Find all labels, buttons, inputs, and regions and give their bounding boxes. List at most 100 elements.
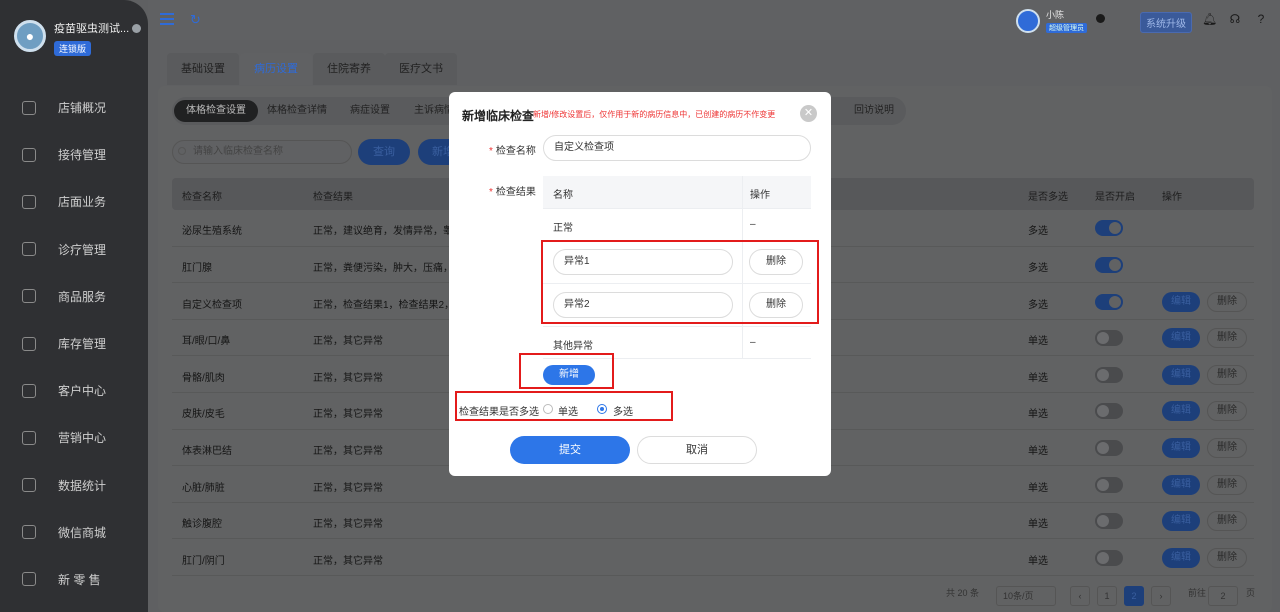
sidebar-item-marketing[interactable]: 营销中心: [0, 414, 148, 461]
row-exam-name: 耳/眼/口/鼻: [182, 336, 231, 348]
edit-button[interactable]: 编辑: [1162, 511, 1200, 532]
sidebar-item-new-retail[interactable]: 新 零 售: [0, 556, 148, 603]
enable-toggle[interactable]: [1095, 220, 1123, 237]
delete-button[interactable]: 删除: [1207, 511, 1247, 532]
clipboard-icon: [22, 147, 36, 162]
wechat-icon: [22, 525, 36, 540]
delete-button[interactable]: 删除: [1207, 328, 1247, 349]
sidebar-item-label: 新 零 售: [58, 572, 101, 587]
sidebar-item-label: 商品服务: [58, 289, 107, 304]
search-input[interactable]: 请输入临床检查名称: [172, 140, 352, 164]
bag-icon: [22, 289, 36, 304]
sidebar-item-shop-overview[interactable]: 店铺概况: [0, 84, 148, 131]
sidebar-item-label: 店面业务: [58, 195, 107, 210]
edit-button[interactable]: 编辑: [1162, 437, 1200, 458]
row-exam-result: 正常，其它异常: [313, 409, 383, 421]
menu-icon[interactable]: [160, 13, 174, 25]
enable-toggle[interactable]: [1095, 476, 1123, 493]
delete-button[interactable]: 删除: [1207, 291, 1247, 312]
cancel-button[interactable]: 取消: [637, 436, 757, 464]
sidebar-nav: 店铺概况 接待管理 店面业务 诊疗管理 商品服务 库存管理 客户中心 营销中心 …: [0, 84, 148, 603]
headset-icon[interactable]: ☊: [1228, 12, 1242, 26]
upgrade-button[interactable]: 系统升级: [1140, 12, 1192, 33]
sidebar-item-label: 微信商城: [58, 525, 107, 540]
enable-toggle[interactable]: [1095, 256, 1123, 273]
box-icon: [22, 336, 36, 351]
avatar[interactable]: [1016, 9, 1040, 33]
sidebar-item-label: 诊疗管理: [58, 242, 107, 257]
sidebar-item-store-business[interactable]: 店面业务: [0, 178, 148, 225]
close-icon[interactable]: ✕: [800, 105, 817, 122]
subtab-chief-complaint[interactable]: 主诉病情: [414, 100, 454, 122]
row-exam-name: 肛门腺: [182, 262, 212, 274]
result-row-other: 其他异常: [553, 341, 593, 352]
enable-toggle[interactable]: [1095, 366, 1123, 383]
sidebar-item-goods[interactable]: 商品服务: [0, 273, 148, 320]
sidebar-item-reception[interactable]: 接待管理: [0, 131, 148, 178]
enable-toggle[interactable]: [1095, 513, 1123, 530]
bell-icon[interactable]: 🔔︎: [1202, 12, 1217, 26]
sidebar-item-label: 接待管理: [58, 148, 107, 163]
delete-button[interactable]: 删除: [1207, 547, 1247, 568]
result-row-normal-op: –: [750, 219, 756, 230]
enable-toggle[interactable]: [1095, 549, 1123, 566]
delete-button[interactable]: 删除: [1207, 401, 1247, 422]
exam-result-label: * 检查结果: [489, 187, 536, 198]
page-2-button[interactable]: 2: [1124, 586, 1144, 606]
pager-total: 共 20 条: [946, 588, 980, 598]
row-multi: 单选: [1028, 445, 1048, 457]
dialog-title: 新增临床检查: [462, 109, 535, 123]
enable-toggle[interactable]: [1095, 403, 1123, 420]
query-button[interactable]: 查询: [358, 139, 410, 165]
page-size-select[interactable]: 10条/页: [996, 586, 1056, 606]
subtab-followup[interactable]: 回访说明: [854, 100, 894, 122]
edit-button[interactable]: 编辑: [1162, 364, 1200, 385]
tab-hospitalization[interactable]: 住院寄养: [313, 53, 385, 85]
row-exam-result: 正常，其它异常: [313, 372, 383, 384]
enable-toggle[interactable]: [1095, 293, 1123, 310]
dialog-note: 新增/修改设置后，仅作用于新的病历信息中，已创建的病历不作变更: [533, 110, 776, 119]
help-icon[interactable]: ?: [1254, 12, 1268, 26]
next-page-button[interactable]: ›: [1151, 586, 1171, 606]
submit-button[interactable]: 提交: [510, 436, 630, 464]
subtab-symptom-settings[interactable]: 病症设置: [350, 100, 390, 122]
brand-name[interactable]: 疫苗驱虫测试...: [54, 20, 129, 36]
edit-button[interactable]: 编辑: [1162, 401, 1200, 422]
tab-basic-settings[interactable]: 基础设置: [167, 53, 239, 85]
row-exam-result: 正常，其它异常: [313, 482, 383, 494]
sidebar-item-treatment[interactable]: 诊疗管理: [0, 226, 148, 273]
exam-name-input[interactable]: 自定义检查项: [543, 135, 811, 161]
chevron-down-icon[interactable]: [1096, 14, 1105, 23]
edit-button[interactable]: 编辑: [1162, 547, 1200, 568]
tab-record-settings[interactable]: 病历设置: [240, 53, 312, 85]
delete-button[interactable]: 删除: [1207, 437, 1247, 458]
delete-button[interactable]: 删除: [1207, 474, 1247, 495]
subtab-physical-exam-settings[interactable]: 体格检查设置: [174, 100, 258, 122]
sidebar-item-inventory[interactable]: 库存管理: [0, 320, 148, 367]
subtab-physical-exam-details[interactable]: 体格检查详情: [267, 100, 327, 122]
tab-medical-docs[interactable]: 医疗文书: [385, 53, 457, 85]
col-header-enabled: 是否开启: [1095, 192, 1135, 203]
goto-page-input[interactable]: 2: [1208, 586, 1238, 606]
delete-button[interactable]: 删除: [1207, 364, 1247, 385]
medical-icon: [22, 242, 36, 257]
col-op: 操作: [750, 190, 770, 201]
row-exam-result: 正常，建议绝育，发情异常，睾丸: [313, 226, 463, 238]
col-header-multi: 是否多选: [1028, 192, 1068, 203]
row-multi: 单选: [1028, 409, 1048, 421]
edit-button[interactable]: 编辑: [1162, 328, 1200, 349]
sidebar-item-wechat-mall[interactable]: 微信商城: [0, 509, 148, 556]
row-exam-result: 正常，其它异常: [313, 519, 383, 531]
sidebar-item-customers[interactable]: 客户中心: [0, 367, 148, 414]
prev-page-button[interactable]: ‹: [1070, 586, 1090, 606]
page-1-button[interactable]: 1: [1097, 586, 1117, 606]
refresh-icon[interactable]: ↻: [190, 12, 201, 28]
edit-button[interactable]: 编辑: [1162, 291, 1200, 312]
row-exam-name: 触诊腹腔: [182, 519, 222, 531]
enable-toggle[interactable]: [1095, 439, 1123, 456]
highlight-add-button: [519, 353, 614, 389]
sidebar-item-statistics[interactable]: 数据统计: [0, 462, 148, 509]
row-multi: 单选: [1028, 372, 1048, 384]
edit-button[interactable]: 编辑: [1162, 474, 1200, 495]
enable-toggle[interactable]: [1095, 330, 1123, 347]
